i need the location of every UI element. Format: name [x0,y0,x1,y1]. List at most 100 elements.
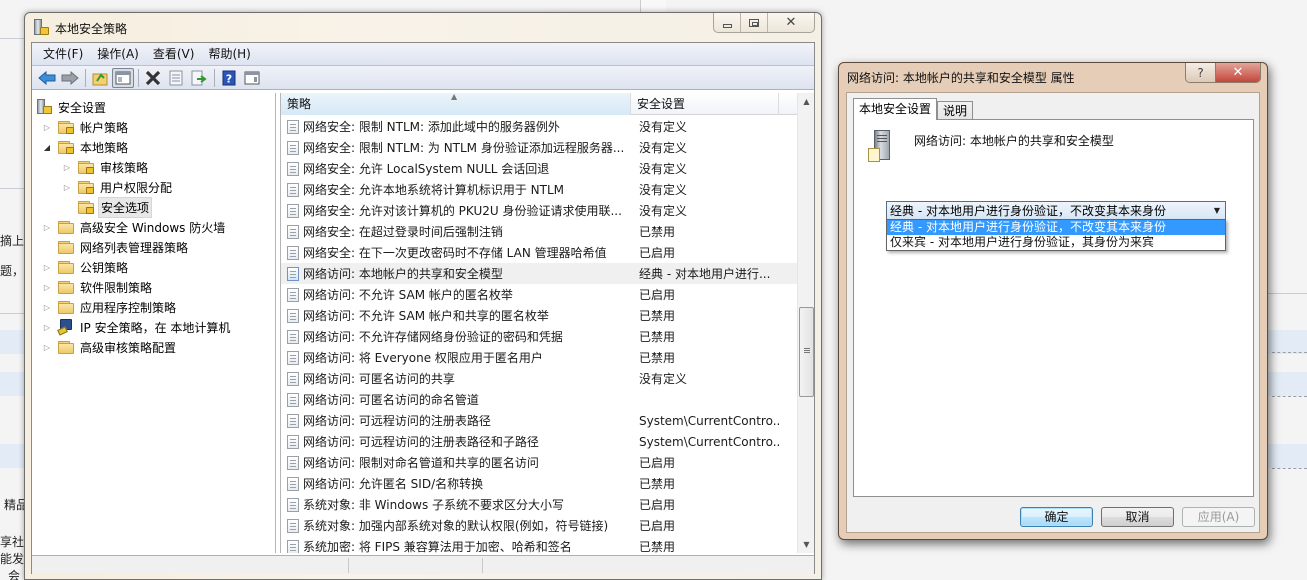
dialog-tabs: 本地安全设置 说明 [853,98,974,120]
collapsed-triangle-icon[interactable]: ▷ [40,323,54,332]
properties-button[interactable] [165,68,187,88]
security-setting-value: 没有定义 [639,372,688,386]
policy-row[interactable]: 网络访问: 不允许 SAM 帐户和共享的匿名枚举 已禁用 [281,305,797,326]
policy-row[interactable]: 网络安全: 在下一次更改密码时不存储 LAN 管理器哈希值 已启用 [281,242,797,263]
tab-local-security-setting[interactable]: 本地安全设置 [853,98,938,120]
security-setting-value: System\CurrentContro... [639,434,781,449]
collapsed-triangle-icon[interactable]: ▷ [60,183,74,192]
dropdown-option-guest-only[interactable]: 仅来宾 - 对本地用户进行身份验证，其身份为来宾 [887,235,1225,250]
policy-row[interactable]: 网络安全: 限制 NTLM: 为 NTLM 身份验证添加远程服务器... 没有定义 [281,137,797,158]
show-hide-tree-icon [115,71,131,84]
tree-item[interactable]: ▷ IP 安全策略，在 本地计算机 [40,317,232,337]
tree-item[interactable]: ▷ 软件限制策略 [40,277,154,297]
tree-item[interactable]: ▷ 高级安全 Windows 防火墙 [40,217,227,237]
tree-item-label: 公钥策略 [80,260,129,275]
delete-button[interactable] [142,68,164,88]
tree-item[interactable]: ▷ 审核策略 [60,157,150,177]
collapsed-triangle-icon[interactable]: ▷ [40,223,54,232]
tree-item-security-settings[interactable]: 安全设置 [36,97,108,117]
export-list-button[interactable] [188,68,210,88]
policy-row[interactable]: 网络访问: 允许匿名 SID/名称转换 已禁用 [281,473,797,494]
console-tree: 安全设置 ▷ 帐户策略 ◢ 本地策略 ▷ 审核策略 ▷ 用户权限分配 安全选项 ▷ 高级安全 Win… [32,93,276,553]
expanded-triangle-icon[interactable]: ◢ [40,143,54,152]
collapsed-triangle-icon[interactable]: ▷ [60,163,74,172]
dialog-help-button[interactable]: ? [1186,63,1216,82]
collapsed-triangle-icon[interactable]: ▷ [40,123,54,132]
policy-row[interactable]: 网络安全: 允许 LocalSystem NULL 会话回退 没有定义 [281,158,797,179]
policy-row[interactable]: 系统对象: 非 Windows 子系统不要求区分大小写 已启用 [281,494,797,515]
select-value: 经典 - 对本地用户进行身份验证，不改变其本来身份 [890,204,1166,218]
show-hide-action-pane-button[interactable] [241,68,263,88]
collapsed-triangle-icon[interactable]: ▷ [40,343,54,352]
policy-row[interactable]: 网络安全: 在超过登录时间后强制注销 已禁用 [281,221,797,242]
back-button[interactable] [36,68,58,88]
tree-item[interactable]: 网络列表管理器策略 [40,237,190,257]
maximize-button[interactable] [741,13,768,32]
column-header-security-setting[interactable]: 安全设置 [631,93,779,115]
policy-row[interactable]: 网络安全: 允许本地系统将计算机标识用于 NTLM 没有定义 [281,179,797,200]
collapsed-triangle-icon[interactable]: ▷ [40,263,54,272]
policy-row[interactable]: 网络访问: 限制对命名管道和共享的匿名访问 已启用 [281,452,797,473]
policy-row[interactable]: 网络安全: 允许对该计算机的 PKU2U 身份验证请求使用联... 没有定义 [281,200,797,221]
policy-icon [287,140,299,155]
menu-view[interactable]: 查看(V) [146,44,202,65]
tree-item[interactable]: ▷ 公钥策略 [40,257,130,277]
policy-row[interactable]: 网络访问: 可远程访问的注册表路径和子路径 System\CurrentContr… [281,431,797,452]
ok-button[interactable]: 确定 [1020,507,1093,527]
tree-item-label: 高级审核策略配置 [80,340,177,355]
tree-item[interactable]: ▷ 高级审核策略配置 [40,337,178,357]
policy-row[interactable]: 网络访问: 可匿名访问的命名管道 [281,389,797,410]
tree-item[interactable]: ▷ 用户权限分配 [60,177,174,197]
close-button[interactable]: ✕ [768,13,814,32]
column-header-policy[interactable]: ▲ 策略 [281,93,631,115]
title-bar[interactable]: 本地安全策略 [33,18,127,38]
tab-panel: 网络访问: 本地帐户的共享和安全模型 经典 - 对本地用户进行身份验证，不改变其… [853,119,1254,497]
policy-row[interactable]: 网络访问: 可远程访问的注册表路径 System\CurrentContro... [281,410,797,431]
policy-row[interactable]: 系统对象: 加强内部系统对象的默认权限(例如，符号链接) 已启用 [281,515,797,536]
policy-row[interactable]: 网络访问: 不允许 SAM 帐户的匿名枚举 已启用 [281,284,797,305]
sharing-model-select[interactable]: 经典 - 对本地用户进行身份验证，不改变其本来身份 ▼ [886,201,1226,220]
chevron-down-icon[interactable]: ▼ [1209,206,1225,215]
vertical-scrollbar[interactable]: ▲ ▼ [797,93,814,553]
menu-help[interactable]: 帮助(H) [201,44,257,65]
collapsed-triangle-icon[interactable]: ▷ [40,303,54,312]
help-button[interactable]: ? [218,68,240,88]
background-band [1268,330,1307,354]
policy-header: 网络访问: 本地帐户的共享和安全模型 [868,130,1114,164]
scrollbar-thumb[interactable] [799,307,814,397]
forward-button[interactable] [59,68,81,88]
scroll-up-arrow-icon[interactable]: ▲ [798,93,814,110]
policy-row[interactable]: 网络安全: 限制 NTLM: 添加此域中的服务器例外 没有定义 [281,116,797,137]
minimize-button[interactable] [714,13,741,32]
menu-action[interactable]: 操作(A) [90,44,146,65]
policy-row[interactable]: 系统加密: 将 FIPS 兼容算法用于加密、哈希和签名 已禁用 [281,536,797,553]
tree-item[interactable]: ◢ 本地策略 [40,137,130,157]
tab-explain[interactable]: 说明 [937,101,974,120]
toolbar: ? [32,66,814,90]
tree-item-label: IP 安全策略，在 本地计算机 [80,320,231,335]
policy-cell: 网络访问: 可匿名访问的命名管道 [281,391,631,408]
dropdown-option-classic[interactable]: 经典 - 对本地用户进行身份验证，不改变其本来身份 [887,220,1225,235]
policy-properties-dialog: 网络访问: 本地帐户的共享和安全模型 属性 ? ✕ 本地安全设置 说明 网络访问… [838,62,1268,540]
scroll-down-arrow-icon[interactable]: ▼ [798,536,814,553]
locked-folder-icon [78,180,94,194]
tree-item[interactable]: ▷ 帐户策略 [40,117,130,137]
policy-icon [287,350,299,365]
policy-name: 网络访问: 可远程访问的注册表路径和子路径 [303,435,539,449]
dialog-close-button[interactable]: ✕ [1216,63,1260,82]
policy-row[interactable]: 网络访问: 本地帐户的共享和安全模型 经典 - 对本地用户进行... [281,263,797,284]
window-client: 文件(F) 操作(A) 查看(V) 帮助(H) ? 安全设置 ▷ 帐户策略 ◢ … [31,42,815,574]
cancel-button[interactable]: 取消 [1101,507,1174,527]
collapsed-triangle-icon[interactable]: ▷ [40,283,54,292]
menu-file[interactable]: 文件(F) [36,44,90,65]
svg-text:?: ? [226,72,232,85]
policy-icon [287,119,299,134]
policy-row[interactable]: 网络访问: 将 Everyone 权限应用于匿名用户 已禁用 [281,347,797,368]
tree-item[interactable]: 安全选项 [60,196,153,218]
policy-row[interactable]: 网络访问: 可匿名访问的共享 没有定义 [281,368,797,389]
show-hide-tree-button[interactable] [112,67,134,88]
up-level-button[interactable] [89,68,111,88]
tree-item[interactable]: ▷ 应用程序控制策略 [40,297,178,317]
apply-button[interactable]: 应用(A) [1182,507,1255,527]
policy-row[interactable]: 网络访问: 不允许存储网络身份验证的密码和凭据 已禁用 [281,326,797,347]
